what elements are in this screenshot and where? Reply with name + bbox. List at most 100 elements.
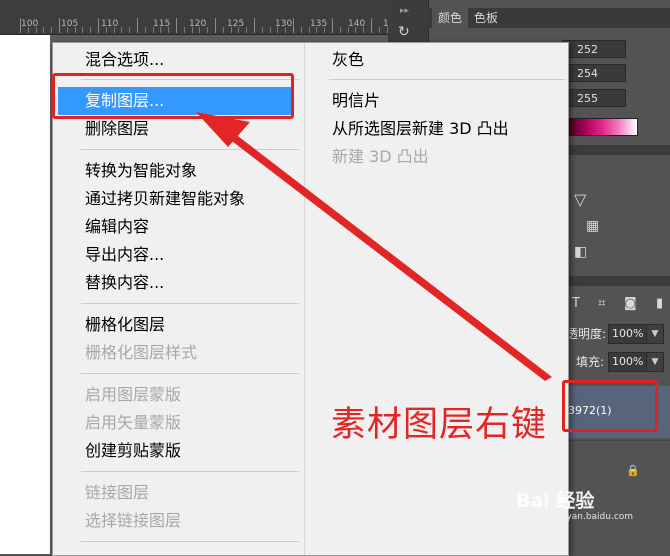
ruler-number: 130 <box>275 19 293 29</box>
ruler-minor-tick <box>113 27 115 33</box>
ruler-tick <box>59 18 60 33</box>
menu-item-enable-vector-mask: 启用矢量蒙版 <box>85 413 182 432</box>
menu-item-edit-contents[interactable]: 编辑内容 <box>85 214 149 240</box>
ruler-minor-tick <box>66 27 68 33</box>
opacity-label: 透明度: <box>566 327 607 341</box>
ruler-minor-tick <box>129 27 131 33</box>
ruler-minor-tick <box>347 27 349 33</box>
ruler-minor-tick <box>82 27 84 33</box>
tab-color[interactable]: 颜色 <box>432 8 469 28</box>
color-panel-tabs: 颜色 色板 <box>428 8 670 28</box>
menu-item-convert-to-smart-object[interactable]: 转换为智能对象 <box>85 158 197 184</box>
menu-separator <box>81 373 299 374</box>
menu-item-gray[interactable]: 灰色 <box>332 47 364 73</box>
fill-input[interactable]: 100% <box>608 352 647 372</box>
menu-item-enable-layer-mask: 启用图层蒙版 <box>85 385 182 404</box>
ruler-tick <box>293 18 294 33</box>
ruler-tick <box>254 18 255 33</box>
shape-filter-icon[interactable]: ⌗ <box>598 296 605 311</box>
document-canvas[interactable] <box>0 35 50 554</box>
menu-item-create-clipping-mask[interactable]: 创建剪贴蒙版 <box>85 438 181 464</box>
filter-toggle-icon[interactable]: ▮ <box>656 296 663 311</box>
ruler-tick <box>98 18 99 33</box>
history-icon[interactable]: ↻ <box>398 24 410 40</box>
ruler-minor-tick <box>277 27 279 33</box>
annotation-text: 素材图层右键 <box>331 405 548 445</box>
ruler-minor-tick <box>269 27 271 33</box>
grid-icon[interactable]: ▦ <box>586 218 599 234</box>
menu-separator <box>81 471 299 472</box>
menu-item-rasterize-layer[interactable]: 栅格化图层 <box>85 312 165 338</box>
ruler-minor-tick <box>160 27 162 33</box>
ruler-minor-tick <box>261 27 263 33</box>
menu-item-new-smart-object-via-copy[interactable]: 通过拷贝新建智能对象 <box>85 186 245 212</box>
ruler-minor-tick <box>51 27 53 33</box>
type-filter-icon[interactable]: T <box>572 296 580 311</box>
ruler-tick <box>176 18 177 33</box>
ruler-tick <box>137 18 138 33</box>
fill-control: 填充: 100% ▼ <box>562 352 670 372</box>
menu-item-link-layers: 链接图层 <box>85 483 150 502</box>
horizontal-ruler: 100 105 110 115 120 125 130 135 140 145 <box>0 0 404 35</box>
ruler-minor-tick <box>339 27 341 33</box>
menu-separator <box>81 149 299 150</box>
ruler-minor-tick <box>74 27 76 33</box>
ruler-minor-tick <box>168 27 170 33</box>
menu-column-divider <box>304 43 305 555</box>
menu-item-rasterize-layer-style: 栅格化图层样式 <box>85 343 198 362</box>
ruler-minor-tick <box>308 27 310 33</box>
menu-item-new-3d-extrusion-from-selected[interactable]: 从所选图层新建 3D 凸出 <box>332 116 509 142</box>
ruler-minor-tick <box>285 27 287 33</box>
ruler-minor-tick <box>222 27 224 33</box>
ruler-number: 125 <box>227 19 245 29</box>
ruler-minor-tick <box>324 27 326 33</box>
ruler-minor-tick <box>316 27 318 33</box>
menu-item-delete-layer[interactable]: 删除图层 <box>85 116 149 142</box>
menu-item-replace-contents[interactable]: 替换内容... <box>85 270 164 296</box>
ruler-minor-tick <box>363 27 365 33</box>
context-menu: 混合选项... 复制图层... 删除图层 转换为智能对象 通过拷贝新建智能对象 … <box>52 42 569 556</box>
smart-object-filter-icon[interactable]: ◙ <box>624 296 637 311</box>
lock-icon: 🔒 <box>626 464 640 477</box>
ruler-minor-tick <box>90 27 92 33</box>
menu-item-blending-options[interactable]: 混合选项... <box>85 47 164 73</box>
highlight-box-duplicate-layer <box>52 73 294 119</box>
ruler-minor-tick <box>27 27 29 33</box>
menu-item-postcard[interactable]: 明信片 <box>332 88 380 114</box>
ruler-number: 120 <box>189 19 207 29</box>
gradient-icon[interactable]: ◧ <box>574 244 587 260</box>
chevron-down-icon[interactable]: ▼ <box>646 324 664 344</box>
menu-item-new-3d-extrusion: 新建 3D 凸出 <box>332 147 429 166</box>
opacity-input[interactable]: 100% <box>608 324 647 344</box>
ruler-minor-tick <box>191 27 193 33</box>
watermark-brand: Bai 经验 <box>516 490 595 512</box>
red-value-field[interactable]: 252 <box>562 40 626 58</box>
color-spectrum-bar[interactable] <box>564 118 638 136</box>
ruler-number: 110 <box>101 19 119 29</box>
ruler-minor-tick <box>183 27 185 33</box>
ruler-tick <box>20 18 21 33</box>
menu-item-export-contents[interactable]: 导出内容... <box>85 242 164 268</box>
ruler-minor-tick <box>152 27 154 33</box>
green-value-field[interactable]: 254 <box>562 64 626 82</box>
highlight-box-layer <box>562 380 658 432</box>
ruler-minor-tick <box>144 27 146 33</box>
ruler-minor-tick <box>105 27 107 33</box>
ruler-minor-tick <box>238 27 240 33</box>
tab-swatches[interactable]: 色板 <box>468 8 504 28</box>
collapse-icon[interactable]: ▸▸ <box>400 6 409 16</box>
blue-value-field[interactable]: 255 <box>562 89 626 107</box>
triangle-icon[interactable]: ▽ <box>574 190 586 209</box>
ruler-tick <box>332 18 333 33</box>
menu-separator <box>81 541 299 542</box>
chevron-down-icon[interactable]: ▼ <box>646 352 664 372</box>
ruler-minor-tick <box>300 27 302 33</box>
ruler-tick <box>371 18 372 33</box>
menu-separator <box>329 79 565 80</box>
ruler-minor-tick <box>207 27 209 33</box>
ruler-minor-tick <box>378 27 380 33</box>
ruler-minor-tick <box>355 27 357 33</box>
menu-separator <box>81 303 299 304</box>
fill-label: 填充: <box>576 355 605 369</box>
ruler-minor-tick <box>199 27 201 33</box>
